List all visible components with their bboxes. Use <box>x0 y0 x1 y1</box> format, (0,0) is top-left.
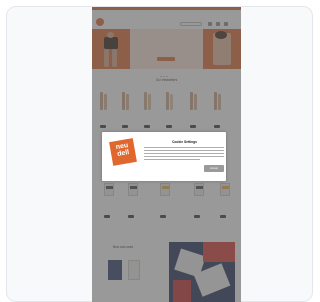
accept-button[interactable]: Accept <box>204 165 224 172</box>
cookie-consent-dialog: neu dell Cookie Settings Accept <box>102 132 226 181</box>
dialog-body-text <box>144 146 224 161</box>
brand-logo: neu dell <box>109 138 137 166</box>
dialog-title: Cookie Settings <box>172 140 197 144</box>
